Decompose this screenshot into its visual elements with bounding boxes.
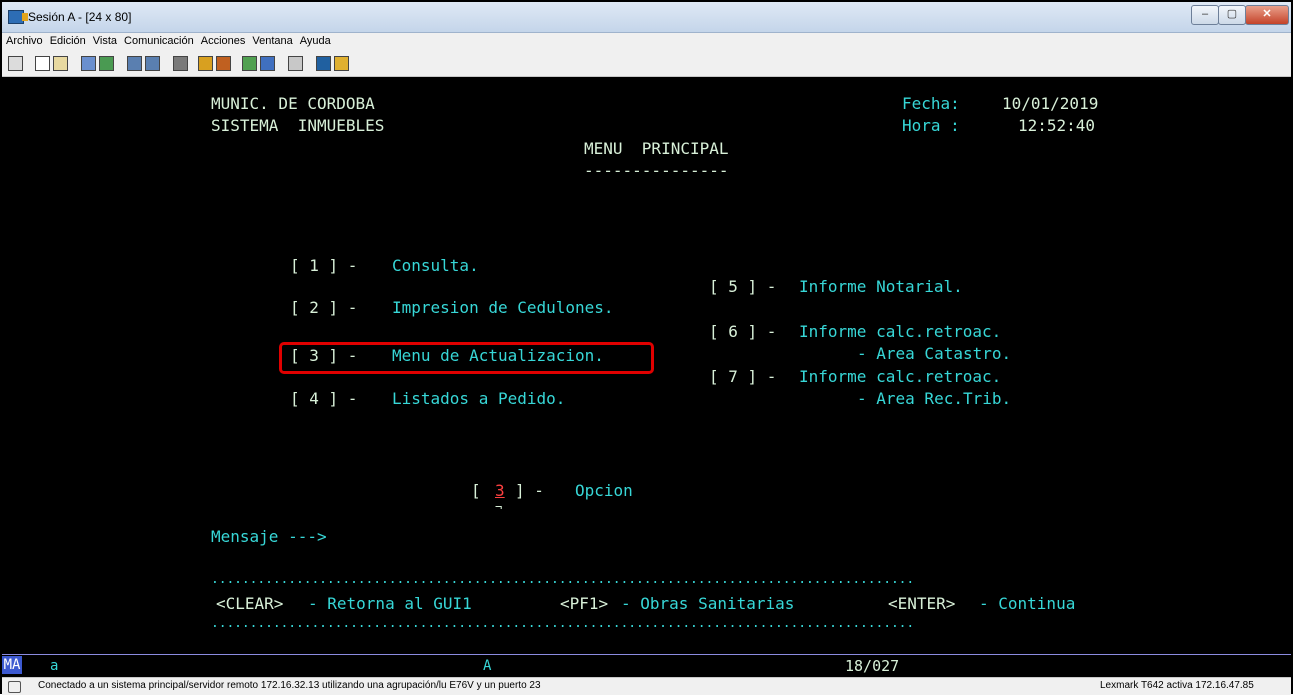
mode-indicator: MA [2, 656, 22, 674]
terminal-screen[interactable]: MUNIC. DE CORDOBA SISTEMA INMUEBLES Fech… [2, 77, 1291, 654]
copy-icon[interactable] [35, 56, 50, 71]
option-input[interactable]: 3 [495, 482, 505, 500]
title-bar: Sesión A - [24 x 80] – ▢ ✕ [2, 2, 1291, 33]
fkey-enter-label: - Continua [979, 594, 1076, 613]
menu-comunicacion[interactable]: Comunicación [120, 33, 197, 47]
heading-underline: --------------- [584, 161, 729, 180]
print-screen-icon[interactable] [8, 56, 23, 71]
menu-ventana[interactable]: Ventana [248, 33, 295, 47]
option-1-key: [ 1 ] - [290, 256, 358, 275]
macro-stop-icon[interactable] [242, 56, 257, 71]
option-6-sub: - Area Catastro. [857, 344, 1012, 363]
org-name: MUNIC. DE CORDOBA [211, 94, 375, 113]
time-label: Hora : [902, 116, 960, 135]
window-title: Sesión A - [24 x 80] [28, 10, 132, 24]
option-7-sub: - Area Rec.Trib. [857, 389, 1012, 408]
keyboard-icon[interactable] [145, 56, 160, 71]
menu-edicion[interactable]: Edición [46, 33, 89, 47]
menu-vista[interactable]: Vista [89, 33, 120, 47]
send-file-icon[interactable] [81, 56, 96, 71]
system-name: SISTEMA INMUEBLES [211, 116, 385, 135]
menu-ayuda[interactable]: Ayuda [296, 33, 334, 47]
date-value: 10/01/2019 [1002, 94, 1099, 113]
paste-icon[interactable] [53, 56, 68, 71]
minimize-button[interactable]: – [1191, 5, 1219, 25]
option-7-label[interactable]: Informe calc.retroac. [799, 368, 1001, 386]
status-bar: Conectado a un sistema principal/servido… [2, 677, 1291, 695]
cursor-position: 18/027 [845, 657, 900, 675]
session-indicator: a [50, 658, 59, 674]
fkey-clear-label: - Retorna al GUI1 [308, 594, 472, 613]
option-1-label[interactable]: Consulta. [392, 257, 479, 275]
cursor-marker: ¬ [495, 500, 503, 514]
dots-bottom: ........................................… [211, 616, 915, 631]
display-icon[interactable] [127, 56, 142, 71]
option-7-key: [ 7 ] - [709, 367, 777, 386]
session-icon [8, 10, 28, 24]
message-label: Mensaje ---> [211, 527, 327, 546]
menu-heading: MENU PRINCIPAL [584, 139, 729, 158]
menu-bar: Archivo Edición Vista Comunicación Acciones V… [2, 33, 1291, 51]
receive-file-icon[interactable] [99, 56, 114, 71]
option-4-key: [ 4 ] - [290, 389, 358, 408]
time-value: 12:52:40 [1018, 116, 1096, 135]
option-6-label[interactable]: Informe calc.retroac. [799, 323, 1001, 341]
toolbar [2, 52, 1291, 77]
close-button[interactable]: ✕ [1245, 5, 1289, 25]
option-5-label[interactable]: Informe Notarial. [799, 278, 963, 296]
option-4-label[interactable]: Listados a Pedido. [392, 390, 565, 408]
option-2-key: [ 2 ] - [290, 298, 358, 317]
macro-record-icon[interactable] [198, 56, 213, 71]
dots-top: ........................................… [211, 572, 915, 587]
fkey-enter[interactable]: <ENTER> [888, 595, 955, 613]
macro-play-icon[interactable] [216, 56, 231, 71]
connection-status: Conectado a un sistema principal/servido… [38, 680, 541, 691]
emulator-window: Sesión A - [24 x 80] – ▢ ✕ Archivo Edició… [0, 0, 1293, 695]
edit-icon[interactable] [334, 56, 349, 71]
fkey-clear[interactable]: <CLEAR> [216, 595, 283, 613]
prompt-open-bracket: [ [471, 481, 481, 500]
date-label: Fecha: [902, 94, 960, 113]
maximize-button[interactable]: ▢ [1218, 5, 1246, 25]
highlight-box [279, 342, 654, 374]
map-icon[interactable] [316, 56, 331, 71]
option-6-key: [ 6 ] - [709, 322, 777, 341]
color-icon[interactable] [173, 56, 188, 71]
fkey-pf1[interactable]: <PF1> [560, 595, 608, 613]
menu-acciones[interactable]: Acciones [197, 33, 249, 47]
fkey-pf1-label: - Obras Sanitarias [621, 594, 795, 613]
prompt-close-bracket: ] - [515, 481, 544, 500]
macro-edit-icon[interactable] [260, 56, 275, 71]
docs-icon[interactable] [288, 56, 303, 71]
operator-info-area: MA a A 18/027 [2, 654, 1291, 677]
prompt-label: Opcion [575, 481, 633, 500]
keyboard-indicator: A [483, 658, 492, 674]
option-5-key: [ 5 ] - [709, 277, 777, 296]
option-2-label[interactable]: Impresion de Cedulones. [392, 299, 614, 317]
menu-archivo[interactable]: Archivo [2, 33, 46, 47]
connection-icon [8, 681, 21, 693]
printer-status: Lexmark T642 activa 172.16.47.85 [1100, 680, 1254, 691]
